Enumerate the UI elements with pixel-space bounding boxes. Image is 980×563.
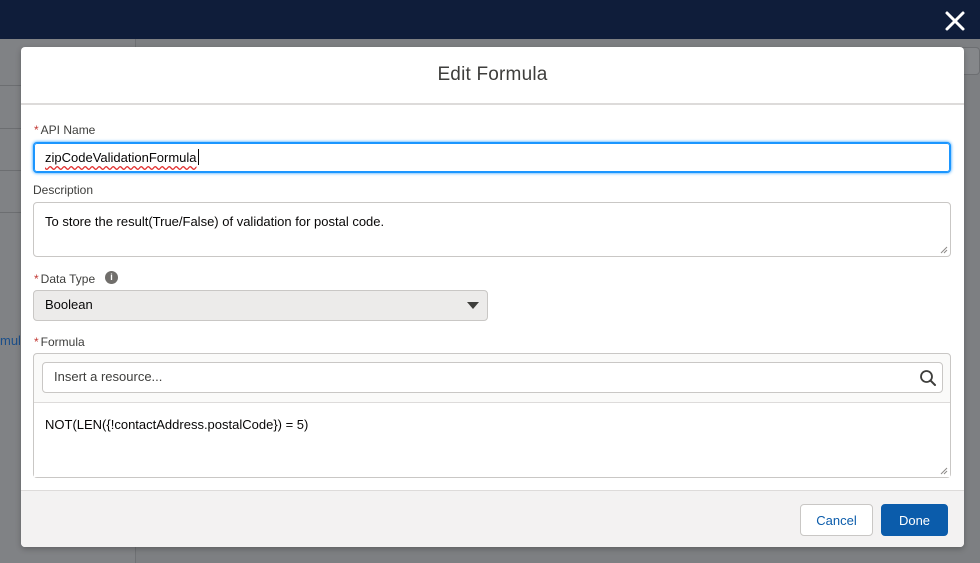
required-marker: * xyxy=(34,335,39,349)
search-icon[interactable] xyxy=(919,369,937,387)
modal-footer: Cancel Done xyxy=(21,490,964,547)
info-icon[interactable]: i xyxy=(105,271,118,284)
done-button[interactable]: Done xyxy=(881,504,948,536)
cancel-button[interactable]: Cancel xyxy=(800,504,873,536)
insert-resource-input[interactable]: Insert a resource... xyxy=(42,362,943,393)
formula-textarea[interactable]: NOT(LEN({!contactAddress.postalCode}) = … xyxy=(34,402,950,477)
formula-label: * Formula xyxy=(34,335,85,349)
modal-header: Edit Formula xyxy=(21,47,964,105)
api-name-value: zipCodeValidationFormula xyxy=(45,150,197,165)
resource-placeholder: Insert a resource... xyxy=(54,369,163,384)
modal-title: Edit Formula xyxy=(437,64,548,85)
required-marker: * xyxy=(34,272,39,286)
description-label: Description xyxy=(33,183,94,197)
top-bar xyxy=(0,0,980,39)
edit-formula-modal: Edit Formula * API Name zipCodeValidation… xyxy=(21,47,964,547)
data-type-label-text: Data Type xyxy=(40,272,96,286)
description-value: To store the result(True/False) of valid… xyxy=(45,214,385,229)
formula-label-text: Formula xyxy=(40,335,85,349)
api-name-label-text: API Name xyxy=(40,123,96,137)
formula-editor: Insert a resource... NOT(LEN({!contactAd… xyxy=(33,353,951,478)
data-type-selected: Boolean xyxy=(45,297,93,312)
formula-expression: NOT(LEN({!contactAddress.postalCode}) = … xyxy=(45,417,309,432)
resize-handle-icon[interactable] xyxy=(940,246,948,254)
data-type-select[interactable]: Boolean xyxy=(33,290,488,321)
api-name-input[interactable]: zipCodeValidationFormula xyxy=(33,142,951,173)
data-type-label: * Data Type xyxy=(34,272,95,286)
resize-handle-icon[interactable] xyxy=(940,467,948,475)
required-marker: * xyxy=(34,123,39,137)
description-textarea[interactable]: To store the result(True/False) of valid… xyxy=(33,202,951,257)
chevron-down-icon xyxy=(467,302,479,309)
text-caret xyxy=(197,149,199,165)
api-name-label: * API Name xyxy=(34,123,95,137)
close-icon[interactable] xyxy=(944,10,966,32)
